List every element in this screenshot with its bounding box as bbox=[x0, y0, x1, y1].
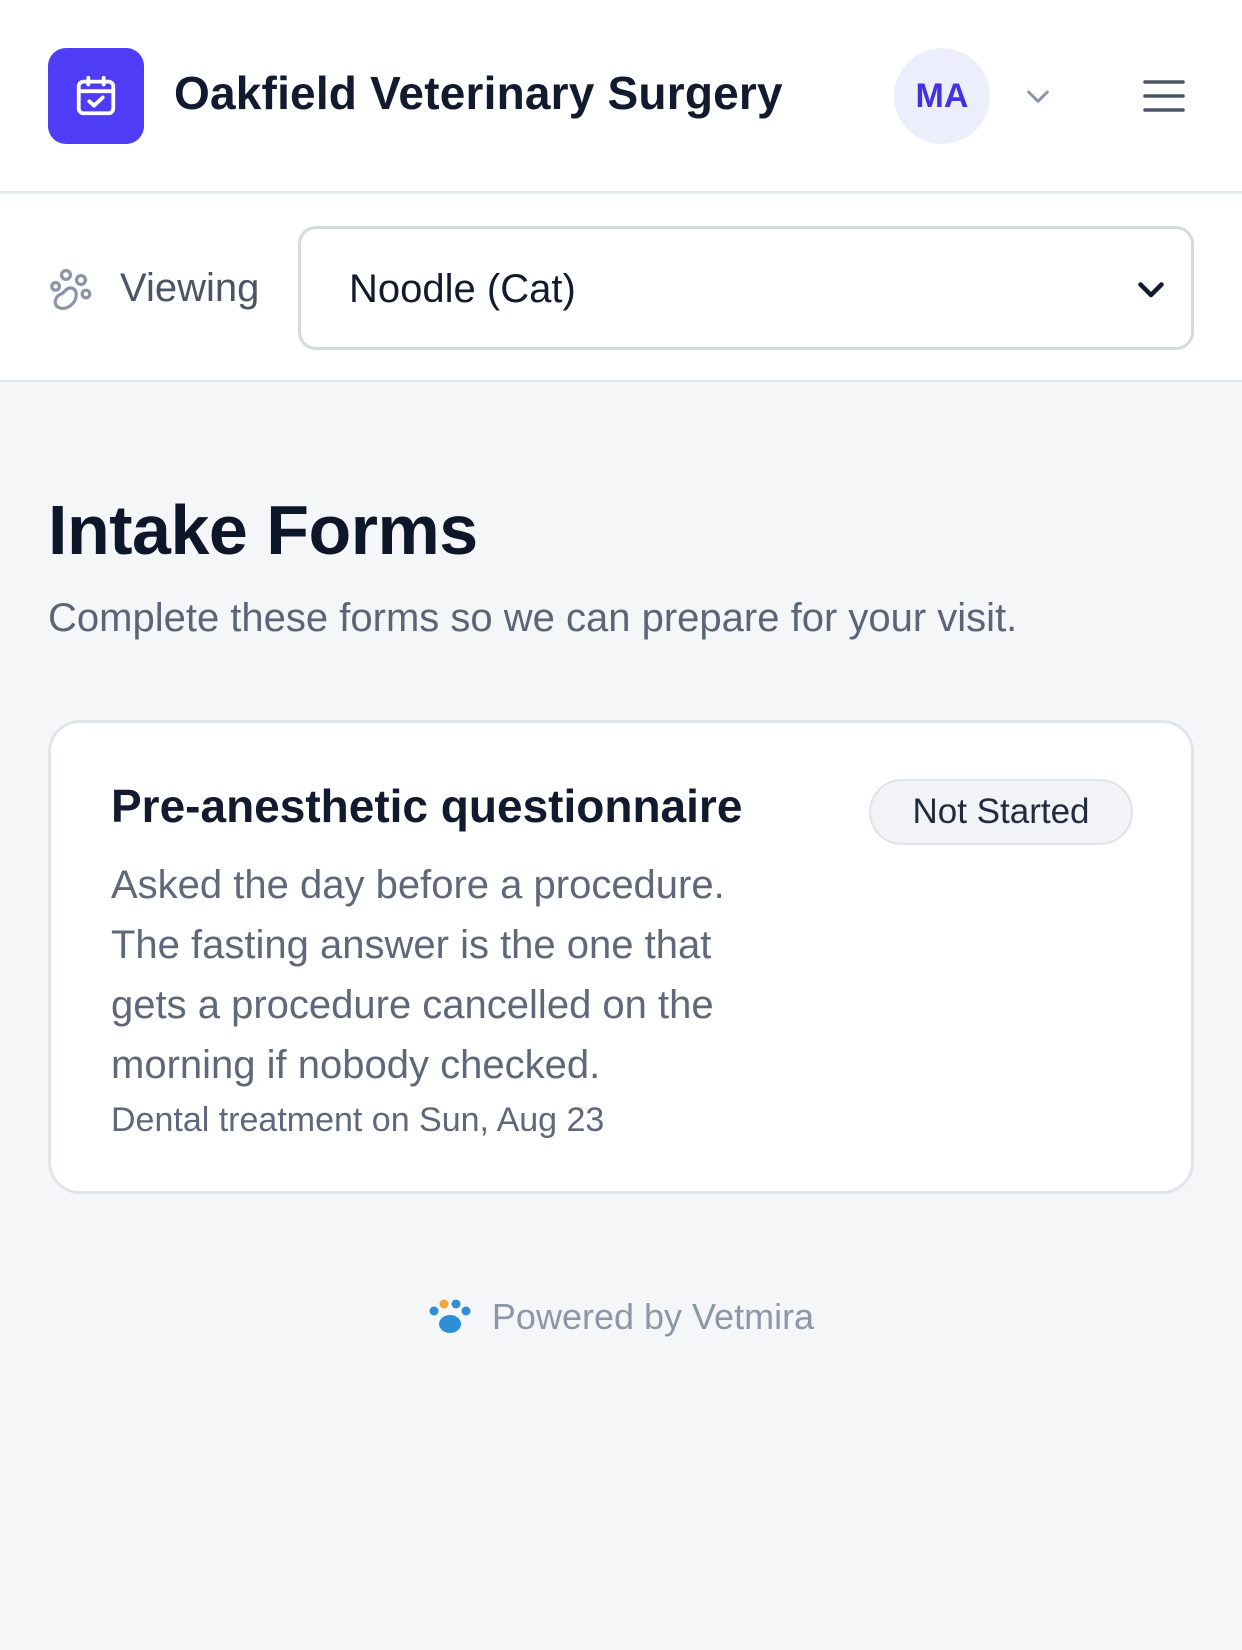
viewing-label: Viewing bbox=[120, 266, 260, 310]
intake-form-card[interactable]: Pre-anesthetic questionnaire Not Started… bbox=[48, 720, 1194, 1194]
chevron-down-icon bbox=[1027, 90, 1049, 103]
hamburger-menu-icon bbox=[1143, 80, 1185, 112]
status-badge: Not Started bbox=[869, 779, 1133, 845]
pet-select-value: Noodle (Cat) bbox=[349, 267, 576, 311]
clinic-name: Oakfield Veterinary Surgery bbox=[174, 67, 783, 119]
account-menu-chevron[interactable] bbox=[1020, 78, 1056, 114]
app: Oakfield Veterinary Surgery MA Viewing N… bbox=[0, 0, 1242, 1650]
form-title: Pre-anesthetic questionnaire bbox=[111, 780, 743, 832]
page-subtitle: Complete these forms so we can prepare f… bbox=[48, 596, 1018, 640]
clinic-logo[interactable] bbox=[48, 48, 144, 144]
calendar-check-icon bbox=[76, 75, 116, 116]
paw-logo-icon bbox=[429, 1299, 471, 1333]
form-appointment-meta: Dental treatment on Sun, Aug 23 bbox=[111, 1101, 605, 1139]
powered-by-text: Powered by Vetmira bbox=[491, 1296, 815, 1337]
main-menu-button[interactable] bbox=[1136, 68, 1192, 124]
chevron-down-icon bbox=[1138, 282, 1164, 298]
pet-select-dropdown[interactable]: Noodle (Cat) bbox=[298, 226, 1194, 350]
page-title: Intake Forms bbox=[48, 491, 478, 569]
top-header: Oakfield Veterinary Surgery MA bbox=[0, 0, 1242, 193]
user-avatar[interactable]: MA bbox=[894, 48, 990, 144]
footer: Powered by Vetmira bbox=[0, 1292, 1242, 1342]
form-description: Asked the day before a procedure. The fa… bbox=[111, 863, 725, 1087]
paw-outline-icon bbox=[50, 268, 92, 310]
